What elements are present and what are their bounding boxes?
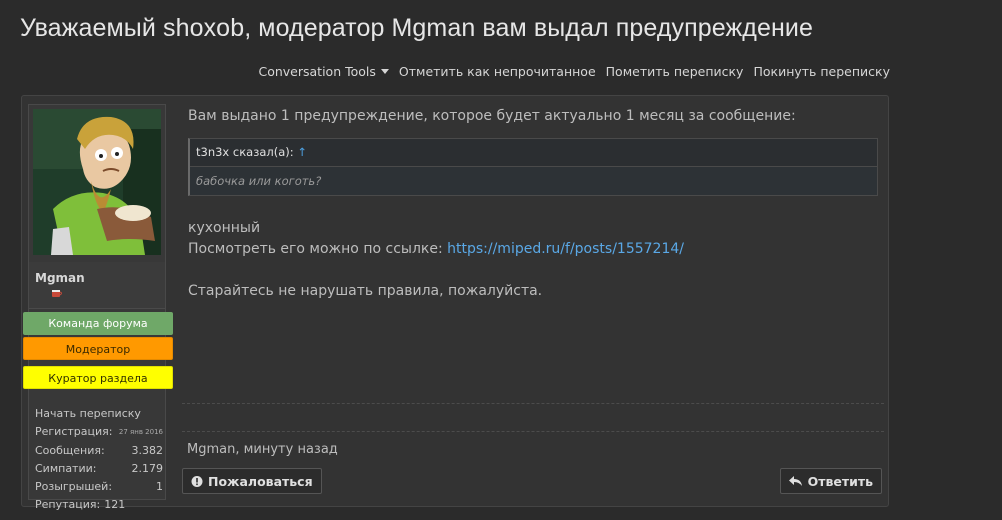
conversation-tools-menu[interactable]: Conversation Tools — [258, 64, 389, 79]
message-panel: Mgman Команда форума Модератор Куратор р… — [21, 95, 889, 511]
caret-down-icon — [380, 69, 389, 74]
quote-block: t3n3x сказал(а): ↑ бабочка или коготь? — [188, 138, 878, 196]
quote-author: t3n3x сказал(а): — [196, 145, 294, 159]
closing-text: Старайтесь не нарушать правила, пожалуйс… — [188, 283, 543, 299]
message-meta: Mgman, минуту назад — [187, 442, 338, 457]
divider — [182, 403, 884, 404]
leave-conversation-link[interactable]: Покинуть переписку — [753, 64, 890, 79]
report-button[interactable]: Пожаловаться — [182, 468, 322, 494]
star-conversation-link[interactable]: Пометить переписку — [606, 64, 744, 79]
badge-section-curator: Куратор раздела — [23, 366, 173, 389]
start-conversation-link[interactable]: Начать переписку — [35, 405, 163, 423]
warning-reason: кухонный — [188, 220, 261, 236]
message-intro: Вам выдано 1 предупреждение, которое буд… — [188, 108, 796, 124]
user-name-block: Mgman — [29, 262, 165, 309]
post-link[interactable]: https://miped.ru/f/posts/1557214/ — [447, 241, 684, 257]
flag-icon — [191, 475, 203, 487]
stat-giveaways: Розыгрышей: 1 — [35, 480, 163, 494]
reply-icon — [788, 476, 802, 486]
meta-time[interactable]: минуту назад — [244, 442, 338, 457]
stat-messages: Сообщения: 3.382 — [35, 443, 163, 457]
divider — [182, 431, 884, 432]
stat-registration: Регистрация: 27 янв 2016 — [35, 425, 163, 439]
user-info: Mgman Команда форума Модератор Куратор р… — [23, 104, 173, 511]
cup-icon — [52, 290, 62, 297]
quote-text: бабочка или коготь? — [196, 174, 322, 188]
page-title: Уважаемый shoxob, модератор Mgman вам вы… — [20, 14, 813, 42]
conversation-toolbar: Conversation Tools Отметить как непрочит… — [258, 64, 890, 79]
mark-unread-link[interactable]: Отметить как непрочитанное — [399, 64, 596, 79]
user-stats: Начать переписку Регистрация: 27 янв 2016… — [35, 405, 163, 515]
message-body: Вам выдано 1 предупреждение, которое буд… — [188, 108, 882, 302]
avatar[interactable] — [33, 109, 161, 255]
link-line: Посмотреть его можно по ссылке: https://… — [188, 241, 684, 257]
arrow-up-icon[interactable]: ↑ — [297, 145, 307, 159]
badge-forum-team: Команда форума — [23, 312, 173, 335]
stat-likes: Симпатии: 2.179 — [35, 461, 163, 475]
meta-author[interactable]: Mgman — [187, 442, 235, 457]
quote-header: t3n3x сказал(а): ↑ — [190, 139, 877, 167]
reply-button[interactable]: Ответить — [779, 468, 882, 494]
stat-reputation: Репутация: 121 — [35, 498, 126, 512]
badge-moderator: Модератор — [23, 337, 173, 360]
message-content: кухонный Посмотреть его можно по ссылке:… — [188, 218, 882, 302]
username[interactable]: Mgman — [35, 271, 85, 285]
